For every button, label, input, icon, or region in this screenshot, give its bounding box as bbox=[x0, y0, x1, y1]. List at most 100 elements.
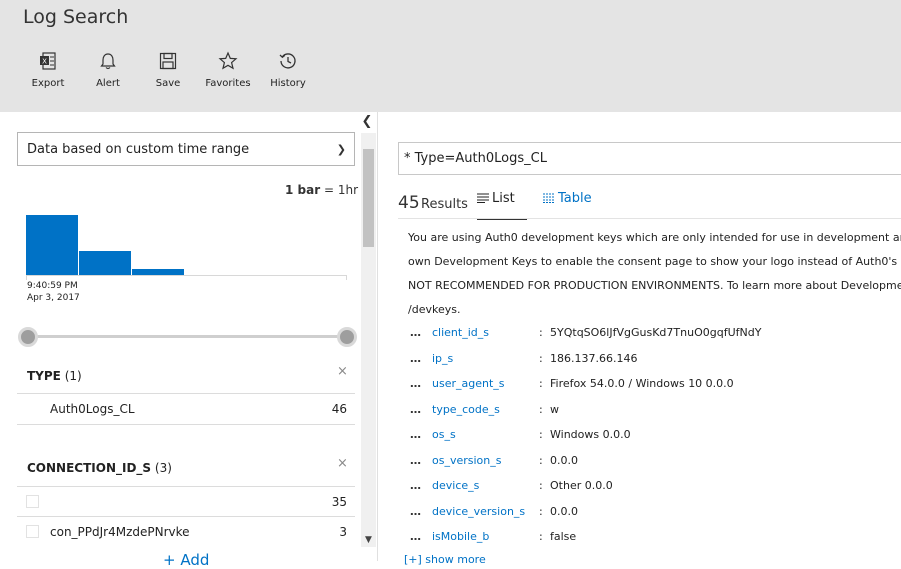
field-value: 0.0.0 bbox=[550, 453, 578, 467]
excel-icon: X bbox=[40, 52, 56, 70]
field-name-link[interactable]: isMobile_b bbox=[432, 530, 489, 543]
tab-list[interactable]: List bbox=[477, 191, 527, 220]
field-name-link[interactable]: client_id_s bbox=[432, 326, 489, 339]
facet-row-count: 3 bbox=[339, 525, 347, 539]
field-separator: : bbox=[539, 377, 543, 390]
field-value: 0.0.0 bbox=[550, 504, 578, 518]
field-menu-ellipsis-icon[interactable]: … bbox=[410, 454, 422, 467]
save-button[interactable]: Save bbox=[138, 51, 198, 91]
field-name-link[interactable]: user_agent_s bbox=[432, 377, 505, 390]
scrollbar-thumb[interactable] bbox=[363, 149, 374, 247]
results-count: 45 bbox=[398, 193, 420, 213]
collapse-panel-chevron-left-icon[interactable]: ❮ bbox=[360, 114, 374, 130]
star-icon bbox=[218, 51, 238, 70]
facet-connection-close-icon[interactable]: × bbox=[337, 456, 348, 471]
facet-row[interactable]: Auth0Logs_CL 46 bbox=[17, 393, 355, 423]
facet-row[interactable]: con_PPdJr4MzdePNrvke 3 bbox=[17, 516, 355, 546]
field-value: Firefox 54.0.0 / Windows 10 0.0.0 bbox=[550, 377, 734, 390]
record-field-row: … user_agent_s: Firefox 54.0.0 / Windows 1… bbox=[398, 377, 901, 397]
field-menu-ellipsis-icon[interactable]: … bbox=[410, 352, 422, 365]
field-menu-ellipsis-icon[interactable]: … bbox=[410, 479, 422, 492]
record-field-row: … client_id_s:5YQtqSO6lJfVgGusKd7TnuO0gqf… bbox=[398, 326, 901, 346]
save-label: Save bbox=[155, 78, 181, 89]
chevron-down-icon: ❯ bbox=[336, 143, 346, 156]
field-value: 186.137.66.146 bbox=[550, 351, 638, 365]
query-input[interactable]: * Type=Auth0Logs_CL bbox=[398, 142, 901, 175]
alert-button[interactable]: Alert bbox=[78, 51, 138, 91]
bell-icon bbox=[100, 53, 116, 70]
facet-connection-title: CONNECTION_ID_S (3) bbox=[27, 461, 172, 475]
histogram-start-date: Apr 3, 2017 bbox=[27, 293, 80, 303]
filter-panel-scrollbar[interactable]: ▼ bbox=[361, 133, 376, 547]
record-field-row: … os_s: Windows 0.0.0 bbox=[398, 428, 901, 448]
facet-type-name: TYPE bbox=[27, 369, 61, 383]
header-bar: Log Search X Export Alert Save Favorites bbox=[0, 0, 901, 112]
range-start-handle[interactable] bbox=[18, 327, 38, 347]
scroll-down-chevron-icon[interactable]: ▼ bbox=[361, 535, 376, 547]
record-field-row: … isMobile_b: false bbox=[398, 530, 901, 550]
histogram-bar[interactable] bbox=[132, 269, 184, 275]
field-name-link[interactable]: device_s bbox=[432, 479, 479, 492]
show-more-link[interactable]: [+] show more bbox=[404, 553, 486, 566]
field-name-link[interactable]: ip_s bbox=[432, 352, 453, 365]
tabs-divider bbox=[398, 218, 901, 219]
time-range-slider-track[interactable] bbox=[27, 335, 347, 338]
record-field-row: … ip_s:186.137.66.146 bbox=[398, 352, 901, 372]
tab-table[interactable]: Table bbox=[543, 191, 595, 218]
field-separator: : bbox=[539, 351, 543, 365]
field-menu-ellipsis-icon[interactable]: … bbox=[410, 326, 422, 339]
field-value: false bbox=[550, 530, 577, 543]
facet-row-checkbox[interactable] bbox=[26, 495, 39, 508]
facet-divider bbox=[17, 424, 355, 425]
export-label: Export bbox=[31, 78, 65, 89]
field-separator: : bbox=[539, 453, 543, 467]
histogram-bar[interactable] bbox=[26, 215, 78, 275]
bar-legend-bold: 1 bar bbox=[285, 183, 321, 197]
panel-divider[interactable] bbox=[377, 112, 378, 561]
field-menu-ellipsis-icon[interactable]: … bbox=[410, 428, 422, 441]
facet-row-value: con_PPdJr4MzdePNrvke bbox=[50, 525, 190, 539]
field-menu-ellipsis-icon[interactable]: … bbox=[410, 530, 422, 543]
field-name-link[interactable]: os_version_s bbox=[432, 454, 501, 467]
facet-row-checkbox[interactable] bbox=[26, 525, 39, 538]
field-separator: : bbox=[539, 428, 543, 441]
field-name-link[interactable]: type_code_s bbox=[432, 403, 500, 416]
range-end-handle[interactable] bbox=[337, 327, 357, 347]
histogram-bar[interactable] bbox=[79, 251, 131, 275]
facet-type-count: (1) bbox=[64, 369, 82, 383]
facet-row[interactable]: 35 bbox=[17, 486, 355, 516]
field-menu-ellipsis-icon[interactable]: … bbox=[410, 377, 422, 390]
histogram-start-clock: 9:40:59 PM bbox=[27, 281, 78, 291]
add-facet-link[interactable]: + Add bbox=[163, 551, 209, 569]
favorites-button[interactable]: Favorites bbox=[198, 51, 258, 91]
time-histogram bbox=[26, 207, 348, 280]
facet-type-close-icon[interactable]: × bbox=[337, 364, 348, 379]
record-field-row: … device_version_s:0.0.0 bbox=[398, 505, 901, 525]
histogram-tick bbox=[346, 275, 347, 280]
facet-type-title: TYPE (1) bbox=[27, 369, 82, 383]
time-range-dropdown[interactable]: Data based on custom time range ❯ bbox=[17, 132, 355, 166]
record-message-line: /devkeys. bbox=[408, 303, 461, 316]
record-field-row: … type_code_s: w bbox=[398, 403, 901, 423]
export-button[interactable]: X Export bbox=[18, 51, 78, 91]
results-label: Results bbox=[421, 197, 468, 212]
field-menu-ellipsis-icon[interactable]: … bbox=[410, 505, 422, 518]
bar-legend-rest: = 1hr bbox=[320, 183, 358, 197]
facet-connection-count: (3) bbox=[154, 461, 172, 475]
field-name-link[interactable]: os_s bbox=[432, 428, 456, 441]
field-name-link[interactable]: device_version_s bbox=[432, 505, 525, 518]
table-icon bbox=[543, 193, 555, 203]
history-icon bbox=[279, 53, 296, 69]
history-button[interactable]: History bbox=[258, 51, 318, 91]
field-menu-ellipsis-icon[interactable]: … bbox=[410, 403, 422, 416]
favorites-label: Favorites bbox=[205, 78, 251, 89]
field-separator: : bbox=[539, 326, 543, 339]
facet-row-count: 35 bbox=[331, 495, 347, 509]
field-value: Windows 0.0.0 bbox=[550, 428, 631, 441]
field-value: 5YQtqSO6lJfVgGusKd7TnuO0gqfUfNdY bbox=[550, 326, 762, 339]
field-separator: : bbox=[539, 479, 543, 492]
record-field-row: … os_version_s:0.0.0 bbox=[398, 454, 901, 474]
field-separator: : bbox=[539, 402, 543, 416]
facet-row-value: Auth0Logs_CL bbox=[50, 402, 135, 416]
bar-interval-legend: 1 bar = 1hr bbox=[280, 183, 358, 197]
